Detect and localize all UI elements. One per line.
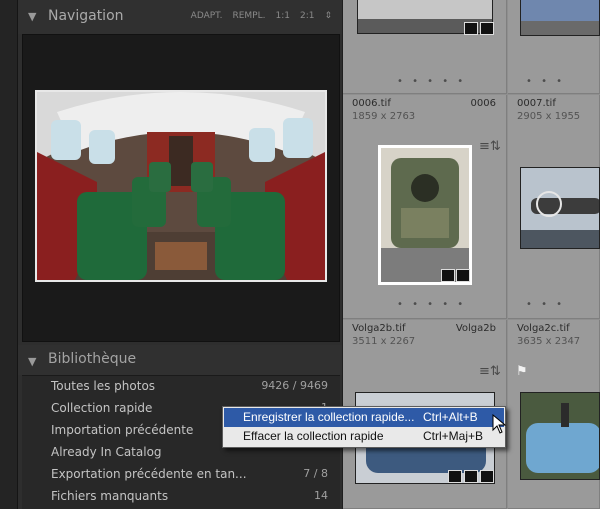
flag-icon[interactable]: ⚑ bbox=[516, 364, 528, 379]
metadata-badge-icon bbox=[464, 22, 478, 35]
left-panel-edge bbox=[0, 0, 18, 509]
grid-cell[interactable]: • • • • • bbox=[343, 0, 507, 94]
library-item-label: Collection rapide bbox=[51, 401, 153, 415]
tag-badge-icon bbox=[448, 470, 462, 483]
metadata-badge-icon bbox=[464, 470, 478, 483]
collapse-triangle-icon[interactable]: ▼ bbox=[28, 355, 36, 368]
airplane-photo-thumbnail bbox=[521, 168, 599, 248]
file-index: Volga2b bbox=[455, 323, 496, 334]
library-item-count: 9426 / 9469 bbox=[261, 379, 328, 392]
grid-cell[interactable]: Volga2c.tif 3635 x 2347 ⚑ bbox=[508, 320, 600, 509]
thumbnail[interactable] bbox=[520, 0, 600, 36]
zoom-1-1-option[interactable]: 1:1 bbox=[275, 11, 289, 21]
context-menu: Enregistrer la collection rapide... Ctrl… bbox=[222, 406, 506, 448]
library-item-previous-export[interactable]: Exportation précédente en tan... 7 / 8 bbox=[22, 464, 340, 485]
file-name: 0006.tif bbox=[352, 98, 391, 109]
file-dimensions: 1859 x 2763 bbox=[352, 111, 416, 122]
collapse-triangle-icon[interactable]: ▼ bbox=[28, 10, 36, 23]
hovercraft-photo-thumbnail bbox=[521, 393, 599, 479]
menu-item-save-quick-collection[interactable]: Enregistrer la collection rapide... Ctrl… bbox=[224, 408, 504, 427]
library-item-label: Toutes les photos bbox=[51, 379, 156, 393]
up-down-arrows-icon[interactable]: ⇕ bbox=[324, 11, 332, 21]
library-item-label: Importation précédente bbox=[51, 423, 194, 437]
rating-dots[interactable]: • • • • • bbox=[397, 299, 466, 310]
thumbnail[interactable] bbox=[520, 392, 600, 480]
library-item-all-photos[interactable]: Toutes les photos 9426 / 9469 bbox=[22, 376, 340, 397]
library-header[interactable]: ▼ Bibliothèque bbox=[18, 345, 342, 375]
zoom-fill-option[interactable]: REMPL. bbox=[232, 11, 265, 21]
library-item-count: 14 bbox=[314, 489, 328, 502]
grid-cell[interactable]: 0007.tif 2905 x 1955 • • • bbox=[508, 95, 600, 319]
navigator-title: Navigation bbox=[48, 8, 124, 24]
thumbnail[interactable] bbox=[520, 167, 600, 249]
rating-dots[interactable]: • • • bbox=[526, 299, 565, 310]
navigator-photo[interactable] bbox=[35, 90, 327, 282]
file-name: Volga2b.tif bbox=[352, 323, 406, 334]
edit-badge-icon bbox=[456, 269, 470, 282]
grid-cell[interactable]: 0006.tif 0006 1859 x 2763 ≡⇅ • • • • • bbox=[343, 95, 507, 319]
file-dimensions: 2905 x 1955 bbox=[517, 111, 581, 122]
file-dimensions: 3635 x 2347 bbox=[517, 336, 581, 347]
mouse-cursor-icon bbox=[492, 413, 507, 438]
rating-dots[interactable]: • • • • • bbox=[397, 76, 466, 87]
menu-item-label: Effacer la collection rapide bbox=[243, 429, 384, 443]
menu-item-shortcut: Ctrl+Alt+B bbox=[423, 410, 478, 424]
library-item-count: 7 / 8 bbox=[303, 467, 328, 480]
navigator-preview bbox=[22, 34, 340, 342]
rating-dots[interactable]: • • • bbox=[526, 76, 565, 87]
aircraft-cabin-image bbox=[37, 92, 325, 280]
file-index: 0006 bbox=[470, 98, 496, 109]
grid-cell[interactable]: • • • bbox=[508, 0, 600, 94]
library-item-missing-files[interactable]: Fichiers manquants 14 bbox=[22, 486, 340, 507]
zoom-options: ADAPT. REMPL. 1:1 2:1 ⇕ bbox=[191, 11, 332, 21]
stack-icon[interactable]: ≡⇅ bbox=[479, 364, 501, 379]
aircraft-photo-thumbnail bbox=[521, 0, 599, 35]
library-title: Bibliothèque bbox=[48, 351, 137, 367]
edit-badge-icon bbox=[480, 470, 494, 483]
menu-item-clear-quick-collection[interactable]: Effacer la collection rapide Ctrl+Maj+B bbox=[224, 427, 504, 446]
menu-item-label: Enregistrer la collection rapide... bbox=[243, 410, 415, 424]
zoom-2-1-option[interactable]: 2:1 bbox=[300, 11, 314, 21]
helicopter-photo-thumbnail bbox=[381, 148, 469, 282]
thumbnail[interactable] bbox=[378, 145, 472, 285]
edit-badge-icon bbox=[480, 22, 494, 35]
menu-item-shortcut: Ctrl+Maj+B bbox=[423, 429, 484, 443]
file-name: Volga2c.tif bbox=[517, 323, 570, 334]
library-item-label: Fichiers manquants bbox=[51, 489, 169, 503]
file-name: 0007.tif bbox=[517, 98, 556, 109]
metadata-badge-icon bbox=[441, 269, 455, 282]
file-dimensions: 3511 x 2267 bbox=[352, 336, 416, 347]
stack-icon[interactable]: ≡⇅ bbox=[479, 139, 501, 154]
zoom-fit-option[interactable]: ADAPT. bbox=[191, 11, 223, 21]
navigator-header[interactable]: ▼ Navigation ADAPT. REMPL. 1:1 2:1 ⇕ bbox=[18, 0, 342, 34]
library-item-label: Exportation précédente en tan... bbox=[51, 467, 247, 481]
library-item-label: Already In Catalog bbox=[51, 445, 162, 459]
